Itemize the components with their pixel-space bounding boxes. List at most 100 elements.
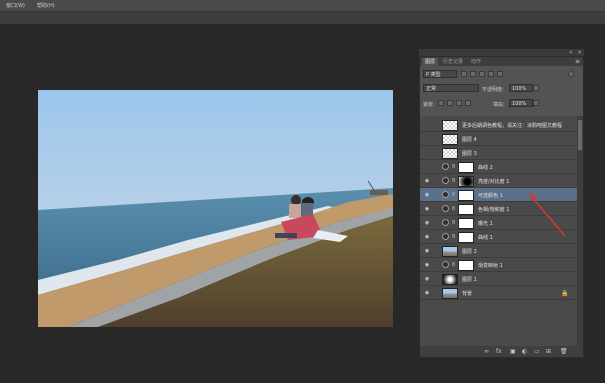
layer-name: 色相/饱和度 1 (478, 207, 510, 213)
filter-smart-icon[interactable] (497, 71, 503, 77)
chain-link-icon[interactable]: 8 (452, 220, 456, 226)
layer-thumbnail[interactable] (442, 288, 458, 299)
adjustment-layer-icon (442, 177, 449, 184)
scrollbar-thumb[interactable] (578, 120, 582, 150)
link-icon[interactable]: ∞ (484, 348, 489, 355)
chain-link-icon[interactable]: 8 (452, 206, 456, 212)
fx-icon[interactable]: fx (496, 348, 502, 355)
fill-dropdown-icon[interactable] (533, 100, 539, 106)
panel-bottom-bar: ∞ fx ▣ ◐ ▭ ⊞ 🗑 (420, 346, 583, 357)
annotation-arrow (529, 193, 566, 237)
layer-name: 背景 (462, 291, 473, 297)
filter-pixel-icon[interactable] (461, 71, 467, 77)
visibility-eye-icon[interactable]: ◉ (424, 192, 430, 198)
layer-name: 曝光 1 (478, 221, 493, 227)
visibility-eye-icon[interactable]: ◉ (424, 234, 430, 240)
layer-row[interactable]: ◉ 8 渐变映射 1 (420, 258, 577, 272)
filter-row: P 类型 (420, 68, 583, 81)
layer-thumbnail[interactable] (442, 246, 458, 257)
visibility-eye-icon[interactable]: ◉ (424, 178, 430, 184)
visibility-eye-icon[interactable] (424, 164, 430, 169)
layer-name: 图层 3 (462, 151, 477, 157)
filter-type-icon[interactable] (479, 71, 485, 77)
collapse-icon[interactable]: « (569, 49, 573, 56)
fill-input[interactable]: 100% (509, 99, 533, 107)
tab-history[interactable]: 历史记录 (440, 58, 466, 66)
filter-toggle-icon[interactable] (568, 71, 574, 77)
menu-help[interactable]: 帮助(H) (37, 2, 55, 9)
layer-name: 曲线 1 (478, 235, 493, 241)
adjustment-layer-icon (442, 205, 449, 212)
visibility-eye-icon[interactable]: ◉ (424, 220, 430, 226)
mask-icon[interactable]: ▣ (510, 348, 516, 355)
menu-bar: 窗口(W) 帮助(H) (0, 0, 605, 12)
layer-row[interactable]: ◉ 图层 2 (420, 244, 577, 258)
close-icon[interactable]: × (577, 49, 582, 56)
lock-image-icon[interactable] (447, 100, 453, 106)
layer-thumbnail[interactable] (442, 134, 458, 145)
adjustment-icon[interactable]: ◐ (522, 348, 527, 355)
layer-mask-thumbnail[interactable] (458, 232, 474, 243)
lock-transparent-icon[interactable] (438, 100, 444, 106)
adjustment-layer-icon (442, 219, 449, 226)
layer-row[interactable]: 图层 3 (420, 146, 577, 160)
layer-row[interactable]: ◉ 背景 🔒 (420, 286, 577, 300)
chain-link-icon[interactable]: 8 (452, 178, 456, 184)
layer-name: 图层 2 (462, 249, 477, 255)
layers-scrollbar[interactable] (577, 116, 583, 346)
chain-link-icon[interactable]: 8 (452, 262, 456, 268)
layer-filter-select[interactable]: P 类型 (423, 70, 457, 78)
layer-mask-thumbnail[interactable] (458, 260, 474, 271)
visibility-eye-icon[interactable] (424, 122, 430, 127)
visibility-eye-icon[interactable]: ◉ (424, 248, 430, 254)
chain-link-icon[interactable]: 8 (452, 192, 456, 198)
adjustment-layer-icon (442, 233, 449, 240)
opacity-label: 不透明度: (482, 87, 504, 93)
layer-mask-thumbnail[interactable] (458, 218, 474, 229)
opacity-dropdown-icon[interactable] (533, 85, 539, 91)
filter-shape-icon[interactable] (488, 71, 494, 77)
layer-name: 图层 1 (462, 277, 477, 283)
layer-row[interactable]: 8 曲线 2 (420, 160, 577, 174)
trash-icon[interactable]: 🗑 (560, 348, 568, 355)
opacity-input[interactable]: 100% (509, 84, 533, 92)
lock-row: 锁定: 填充: 100% (420, 97, 583, 110)
layer-name: 可选颜色 1 (478, 193, 503, 199)
layer-row[interactable]: ◉ 8 亮度/对比度 1 (420, 174, 577, 188)
layer-name: 曲线 2 (478, 165, 493, 171)
layer-mask-thumbnail[interactable] (458, 204, 474, 215)
layer-row[interactable]: 更多后期调色教程，请关注：涂鸦吧图文教程 (420, 118, 577, 132)
blend-row: 正常 不透明度: 100% (420, 82, 583, 95)
visibility-eye-icon[interactable]: ◉ (424, 206, 430, 212)
new-layer-icon[interactable]: ⊞ (546, 348, 551, 355)
lock-position-icon[interactable] (456, 100, 462, 106)
layer-thumbnail[interactable] (442, 120, 458, 131)
layer-row[interactable]: 图层 4 (420, 132, 577, 146)
layer-mask-thumbnail[interactable] (458, 190, 474, 201)
panel-header: « × (419, 49, 584, 56)
visibility-eye-icon[interactable] (424, 150, 430, 155)
visibility-eye-icon[interactable]: ◉ (424, 262, 430, 268)
layer-row[interactable]: ◉ 图层 1 (420, 272, 577, 286)
visibility-eye-icon[interactable]: ◉ (424, 276, 430, 282)
menu-window[interactable]: 窗口(W) (6, 2, 25, 9)
layer-thumbnail[interactable] (442, 274, 458, 285)
folder-icon[interactable]: ▭ (534, 348, 540, 355)
blend-mode-select[interactable]: 正常 (423, 84, 479, 92)
tab-layers[interactable]: 图层 (422, 58, 439, 66)
layer-name: 更多后期调色教程，请关注：涂鸦吧图文教程 (462, 123, 563, 129)
visibility-eye-icon[interactable] (424, 136, 430, 141)
adjustment-layer-icon (442, 261, 449, 268)
layer-thumbnail[interactable] (442, 148, 458, 159)
layer-mask-thumbnail[interactable] (458, 176, 474, 187)
visibility-eye-icon[interactable]: ◉ (424, 290, 430, 296)
filter-adjustment-icon[interactable] (470, 71, 476, 77)
layer-mask-thumbnail[interactable] (458, 162, 474, 173)
lock-label: 锁定: (423, 102, 435, 108)
chain-link-icon[interactable]: 8 (452, 164, 456, 170)
tab-actions[interactable]: 动作 (468, 58, 484, 66)
fill-label: 填充: (493, 102, 505, 108)
chain-link-icon[interactable]: 8 (452, 234, 456, 240)
panel-menu-icon[interactable]: ≡ (575, 58, 580, 65)
lock-all-icon[interactable] (465, 100, 471, 106)
